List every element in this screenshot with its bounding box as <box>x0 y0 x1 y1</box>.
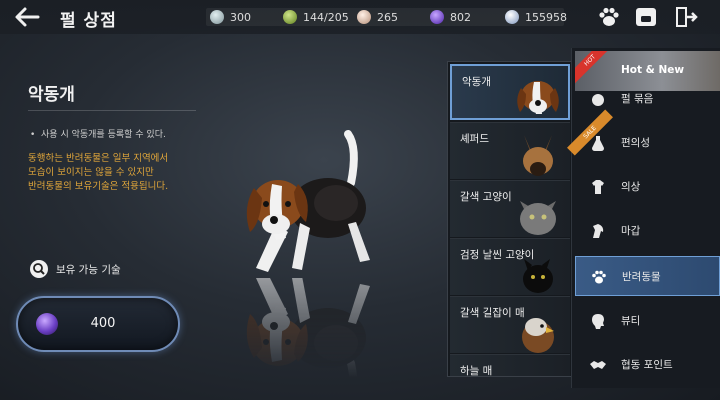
costume-icon <box>592 180 604 194</box>
paw-icon <box>592 270 606 284</box>
search-icon <box>30 260 48 278</box>
pearl-icon <box>357 10 371 24</box>
silver-coin-icon <box>210 10 224 24</box>
category-beauty[interactable]: 뷰티 <box>575 301 720 341</box>
energy-icon <box>283 10 297 24</box>
brown-cat-thumbnail <box>520 201 556 235</box>
list-item[interactable]: 검정 날씬 고양이 <box>450 238 570 295</box>
pet-description: • 사용 시 악동개를 등록할 수 있다. <box>30 130 166 140</box>
skill-button[interactable]: 보유 가능 기술 <box>30 260 121 278</box>
beagle-thumbnail <box>517 81 559 114</box>
storage-box-icon[interactable] <box>633 5 659 29</box>
category-coop-points[interactable]: 협동 포인트 <box>575 345 720 385</box>
currency-purple-gem: 802 <box>430 9 471 25</box>
currency-energy: 144/205 <box>283 9 349 25</box>
list-item[interactable]: 셰퍼드 <box>450 122 570 179</box>
category-pets[interactable]: 반려동물 <box>575 256 720 296</box>
beauty-icon <box>592 314 604 329</box>
shepherd-thumbnail <box>523 135 553 176</box>
category-pearl-bundle[interactable]: 펄 묶음 <box>575 79 720 119</box>
pet-list[interactable]: 악동개 셰퍼드 갈색 고양이 검정 날씬 고양이 갈색 길잡이 매 하늘 매 <box>447 61 573 377</box>
black-cat-thumbnail <box>523 259 553 293</box>
paw-icon[interactable] <box>596 5 622 29</box>
currency-pearl-shard: 265 <box>357 9 398 25</box>
divider <box>28 110 196 111</box>
category-costume[interactable]: 의상 <box>575 167 720 207</box>
pet-model-beagle <box>236 128 436 378</box>
crystal-icon <box>505 10 519 24</box>
currency-crystal: 155958 <box>505 9 567 25</box>
category-horse-armor[interactable]: 마갑 <box>575 211 720 251</box>
back-arrow-icon[interactable] <box>12 5 42 29</box>
potion-icon <box>592 136 604 151</box>
companion-note: 동행하는 반려동물은 일부 지역에서 모습이 보이지는 않을 수 있지만 반려동… <box>28 153 169 192</box>
pet-name: 악동개 <box>28 85 75 105</box>
exit-door-icon[interactable] <box>672 5 698 29</box>
bundle-icon <box>592 94 604 106</box>
brown-hawk-thumbnail <box>522 318 554 353</box>
list-item[interactable]: 하늘 매 <box>450 354 570 376</box>
horse-armor-icon <box>593 224 604 238</box>
list-item[interactable]: 악동개 <box>450 64 570 120</box>
list-item[interactable]: 갈색 고양이 <box>450 180 570 237</box>
purple-gem-icon <box>430 10 444 24</box>
category-convenience[interactable]: SALE 편의성 <box>567 109 720 163</box>
currency-silver: 300 <box>210 9 251 25</box>
handshake-icon <box>590 361 606 369</box>
purchase-button[interactable]: 400 <box>16 296 180 352</box>
page-title: 펄 상점 <box>60 11 117 31</box>
list-item[interactable]: 갈색 길잡이 매 <box>450 296 570 353</box>
